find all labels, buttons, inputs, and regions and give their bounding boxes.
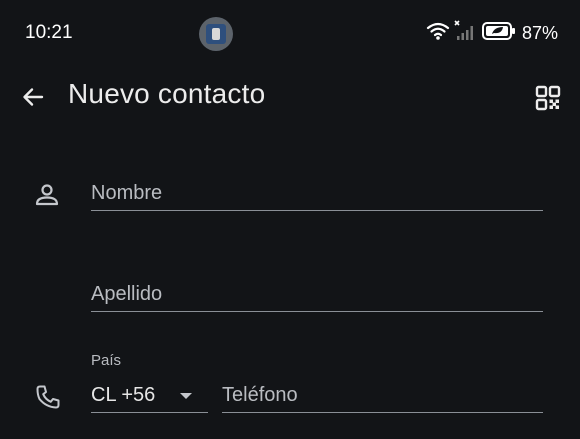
qr-code-button[interactable] xyxy=(532,82,564,114)
first-name-input[interactable] xyxy=(91,182,543,205)
last-name-input[interactable] xyxy=(91,283,543,306)
country-code-dropdown[interactable]: CL +56 xyxy=(91,372,208,413)
person-icon xyxy=(33,181,61,209)
battery-percent: 87% xyxy=(521,22,558,43)
status-time: 10:21 xyxy=(25,22,73,43)
status-bar: 10:21 87% xyxy=(0,0,580,70)
battery-saver-icon xyxy=(481,21,516,46)
qr-code-icon xyxy=(535,85,561,111)
back-button[interactable] xyxy=(16,80,50,114)
no-signal-icon xyxy=(454,19,476,47)
phone-input[interactable] xyxy=(222,384,543,407)
wifi-icon xyxy=(426,21,450,46)
first-name-field[interactable] xyxy=(91,170,543,211)
dropdown-arrow-icon xyxy=(180,393,192,399)
status-icons: 87% xyxy=(426,19,558,47)
phone-icon xyxy=(34,383,62,411)
country-label: País xyxy=(91,352,122,369)
app-bar: Nuevo contacto xyxy=(0,70,580,130)
phone-field[interactable] xyxy=(222,372,543,413)
new-contact-screen: 10:21 87% Nuevo contacto Nombre Apellido… xyxy=(0,0,580,439)
last-name-field[interactable] xyxy=(91,271,543,312)
country-code-value: CL +56 xyxy=(91,384,156,406)
notification-avatar-icon xyxy=(199,17,233,51)
arrow-back-icon xyxy=(23,88,44,106)
page-title: Nuevo contacto xyxy=(68,78,266,109)
